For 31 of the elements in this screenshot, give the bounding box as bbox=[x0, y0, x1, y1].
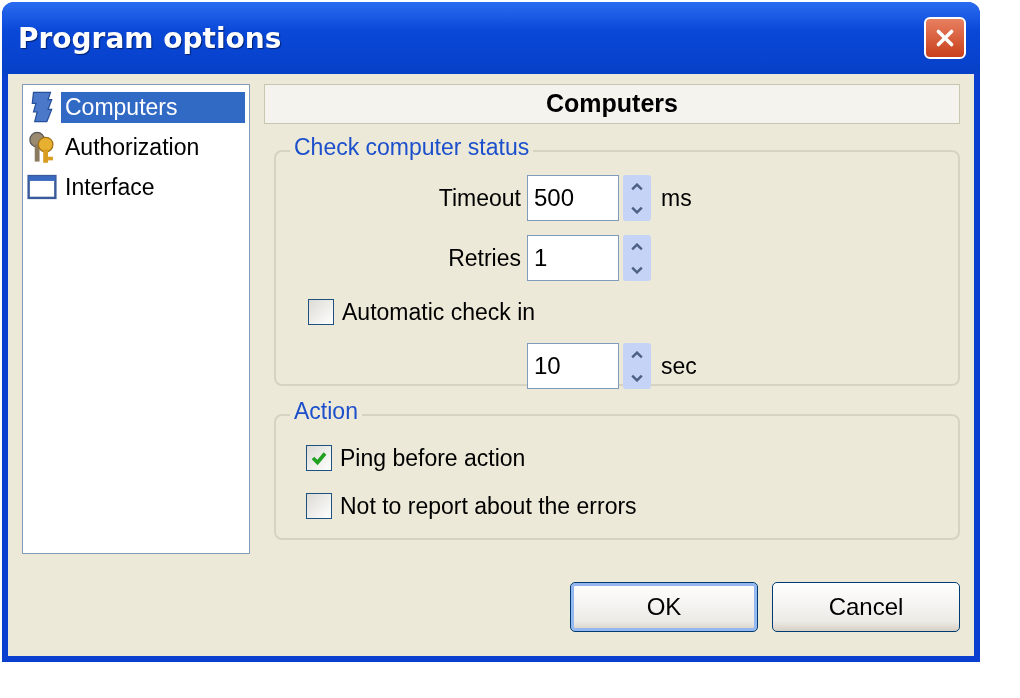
checkbox-label: Not to report about the errors bbox=[340, 492, 637, 520]
dialog-button[interactable]: OK bbox=[570, 582, 758, 632]
close-icon bbox=[934, 27, 956, 49]
category-label: Computers bbox=[61, 91, 245, 123]
interval-field[interactable]: 10 bbox=[527, 343, 619, 389]
spin-buttons[interactable] bbox=[623, 235, 651, 281]
check-icon bbox=[310, 449, 328, 467]
retries-field[interactable]: 1 bbox=[527, 235, 619, 281]
checkbox[interactable] bbox=[308, 299, 334, 325]
spin-buttons[interactable] bbox=[623, 343, 651, 389]
window-title: Program options bbox=[18, 21, 282, 55]
spin-buttons[interactable] bbox=[623, 175, 651, 221]
close-button[interactable] bbox=[924, 17, 966, 59]
timeout-field[interactable]: 500 bbox=[527, 175, 619, 221]
field-label: Timeout bbox=[437, 184, 521, 212]
checkbox-label: Ping before action bbox=[340, 444, 526, 472]
unit-label: ms bbox=[661, 184, 692, 212]
keys-icon bbox=[27, 130, 57, 164]
category-label: Interface bbox=[64, 172, 156, 202]
category-item[interactable]: Interface bbox=[27, 167, 245, 207]
category-label: Authorization bbox=[64, 132, 201, 162]
checkbox[interactable] bbox=[306, 445, 332, 471]
group-title: Check computer status bbox=[290, 134, 534, 161]
category-item[interactable]: Computers bbox=[27, 87, 245, 127]
dialog-button[interactable]: Cancel bbox=[772, 582, 960, 632]
checkbox[interactable] bbox=[306, 493, 332, 519]
checkbox-label: Automatic check in bbox=[342, 298, 536, 326]
unit-label: sec bbox=[661, 352, 697, 380]
field-label: Retries bbox=[447, 244, 521, 272]
category-item[interactable]: Authorization bbox=[27, 127, 245, 167]
panel-header: Computers bbox=[264, 84, 960, 124]
